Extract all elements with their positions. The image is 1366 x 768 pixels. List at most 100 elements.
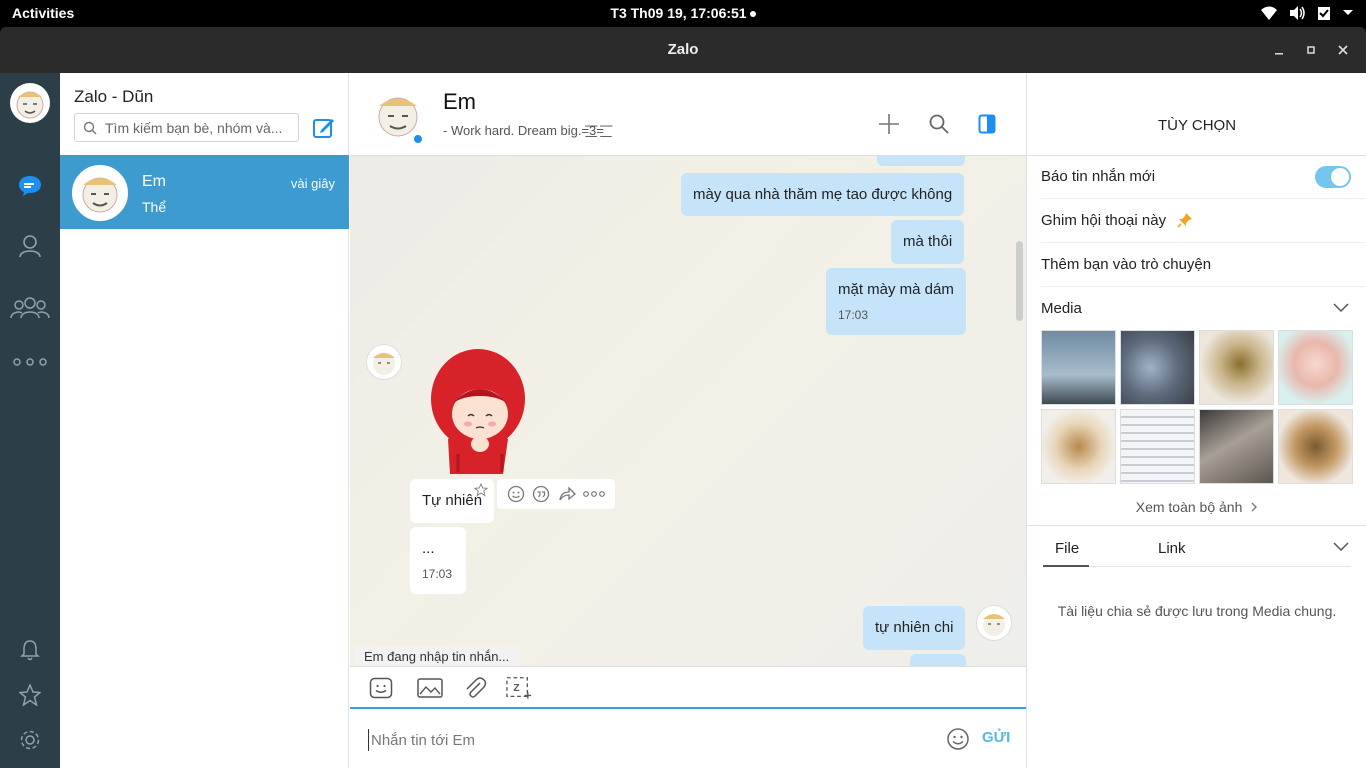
toggle-side-panel-button[interactable] [974, 111, 1000, 137]
chat-header: Em - Work hard. Dream big.=͟͟͞͞3=͟͟͞͞ [350, 73, 1026, 156]
message-bubble-partial [877, 156, 965, 166]
side-panel-icon [978, 114, 996, 134]
notify-new-messages-row[interactable]: Báo tin nhắn mới [1041, 155, 1365, 199]
avatar-cartoon-icon [16, 91, 44, 119]
screenshot-button[interactable]: Z [506, 675, 532, 701]
message-scrollbar[interactable] [1016, 241, 1023, 321]
media-thumbnail[interactable] [1041, 409, 1116, 484]
search-input[interactable] [105, 119, 295, 137]
contact-name[interactable]: Em [443, 89, 476, 115]
composer-toolbar: Z [350, 666, 1026, 707]
conversation-avatar [72, 165, 128, 221]
chevron-down-icon [1333, 303, 1349, 313]
sticker-button[interactable] [368, 675, 394, 701]
window-title: Zalo [667, 41, 699, 58]
my-avatar[interactable] [10, 83, 50, 123]
close-window-button[interactable] [1334, 41, 1352, 59]
media-thumbnail[interactable] [1199, 409, 1274, 484]
close-icon [1338, 45, 1348, 55]
nav-favorites[interactable] [0, 675, 60, 715]
nav-settings[interactable] [0, 720, 60, 760]
message-bubble-partial [910, 654, 966, 666]
add-member-button[interactable] [876, 111, 902, 137]
nav-messages[interactable] [0, 166, 60, 206]
sender-avatar[interactable] [366, 344, 402, 380]
nav-groups[interactable] [0, 288, 60, 328]
notify-toggle[interactable] [1315, 166, 1351, 188]
forward-icon[interactable] [558, 485, 576, 503]
react-emoji-icon[interactable] [507, 485, 525, 503]
red-hood-girl-sticker [431, 349, 525, 474]
send-button[interactable]: GỬI [982, 729, 1010, 746]
file-empty-message: Tài liệu chia sẻ được lưu trong Media ch… [1057, 603, 1337, 619]
minimize-icon [1275, 53, 1283, 55]
search-icon [83, 121, 97, 135]
media-thumbnail[interactable] [1041, 330, 1116, 405]
wifi-icon [1261, 6, 1277, 20]
add-friend-row[interactable]: Thêm bạn vào trò chuyện [1041, 243, 1365, 287]
sticker-message[interactable] [428, 344, 528, 474]
star-icon [19, 684, 41, 706]
contacts-icon [19, 235, 41, 258]
bell-icon [20, 640, 40, 661]
window-titlebar: Zalo [0, 27, 1366, 73]
avatar-cartoon-icon [373, 353, 395, 375]
message-bubble-outgoing[interactable]: mà thôi [891, 220, 965, 264]
message-bubble-outgoing[interactable]: tự nhiên chi [863, 606, 966, 650]
quote-icon[interactable] [532, 485, 550, 503]
message-bubble-outgoing[interactable]: mày qua nhà thăm mẹ tao được không [681, 173, 965, 216]
nav-notifications[interactable] [0, 630, 60, 670]
media-label: Media [1041, 300, 1082, 317]
nav-rail [0, 73, 60, 768]
message-list[interactable]: mày qua nhà thăm mẹ tao được không mà th… [350, 156, 1026, 666]
maximize-icon [1307, 46, 1315, 54]
react-star-button[interactable] [473, 482, 489, 497]
message-bubble-outgoing[interactable]: mặt mày mà dám 17:03 [826, 268, 966, 335]
search-box[interactable] [74, 113, 299, 142]
media-thumbnail[interactable] [1199, 330, 1274, 405]
send-image-button[interactable] [417, 675, 443, 701]
composer: GỬI [350, 707, 1026, 768]
new-chat-button[interactable] [312, 116, 336, 140]
online-status-dot [412, 133, 424, 145]
pin-conversation-row[interactable]: Ghim hội thoại này [1041, 199, 1365, 243]
file-section-toggle[interactable] [1333, 539, 1349, 557]
minimize-button[interactable] [1270, 41, 1288, 59]
chevron-down-icon [1333, 542, 1349, 552]
avatar-cartoon-icon [983, 614, 1005, 636]
pin-icon [1177, 213, 1192, 228]
nav-contacts[interactable] [0, 226, 60, 266]
attach-file-button[interactable] [462, 675, 488, 701]
search-chat-button[interactable] [926, 111, 952, 137]
media-thumbnail[interactable] [1120, 409, 1195, 484]
emoji-button[interactable] [946, 727, 970, 751]
typing-indicator: Em đang nhập tin nhắn... [354, 646, 520, 666]
volume-icon [1290, 6, 1305, 20]
media-thumbnail[interactable] [1120, 330, 1195, 405]
clock[interactable]: T3 Th09 19, 17:06:51 [0, 5, 1366, 21]
tab-file[interactable]: File [1055, 540, 1079, 557]
media-row[interactable]: Media [1041, 287, 1365, 331]
nav-more[interactable] [0, 342, 60, 382]
message-bubble-incoming[interactable]: ... 17:03 [410, 527, 466, 594]
chevron-right-icon [1251, 502, 1258, 512]
system-tray[interactable] [1260, 5, 1354, 21]
paperclip-icon [466, 677, 487, 698]
message-input[interactable] [368, 729, 928, 751]
options-panel: TÙY CHỌN Báo tin nhắn mới Ghim hội thoại… [1026, 73, 1366, 768]
message-time: 17:03 [422, 567, 453, 581]
tab-link[interactable]: Link [1158, 540, 1186, 557]
see-all-photos-link[interactable]: Xem toàn bộ ảnh [1027, 499, 1366, 515]
media-grid [1041, 330, 1355, 486]
system-top-bar: Activities T3 Th09 19, 17:06:51 [0, 0, 1366, 27]
conversation-item[interactable]: Em vài giây Thể [60, 155, 349, 229]
media-thumbnail[interactable] [1278, 409, 1353, 484]
star-outline-icon [473, 482, 489, 497]
maximize-button[interactable] [1302, 41, 1320, 59]
sticker-icon [369, 677, 393, 699]
contact-status: - Work hard. Dream big.=͟͟͞͞3=͟͟͞͞ [443, 123, 604, 138]
more-options-icon[interactable] [583, 490, 606, 498]
conversation-preview: Thể [142, 199, 167, 215]
chat-panel: Em - Work hard. Dream big.=͟͟͞͞3=͟͟͞͞ mà… [350, 73, 1026, 768]
media-thumbnail[interactable] [1278, 330, 1353, 405]
